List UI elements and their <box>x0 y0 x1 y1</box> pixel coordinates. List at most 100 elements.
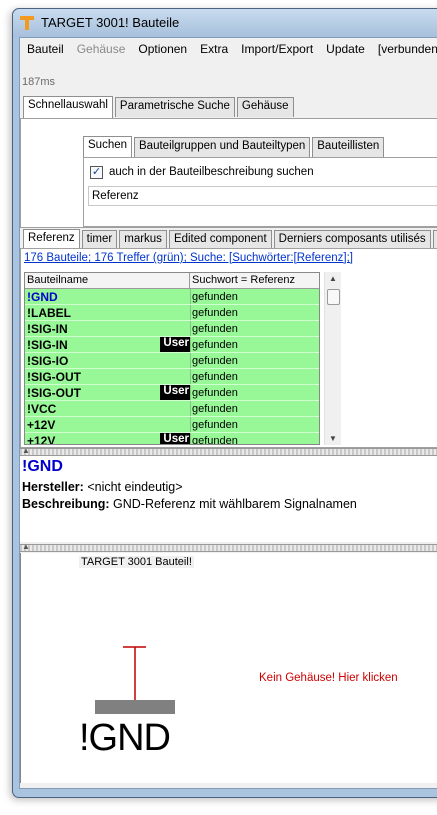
title-bar[interactable]: TARGET 3001! Bauteile <box>13 9 437 37</box>
menu-extra[interactable]: Extra <box>193 38 234 56</box>
results-scrollbar[interactable]: ▲ ▼ <box>324 272 341 445</box>
search-tab-strip: Suchen Bauteilgruppen und Bauteiltypen Bau… <box>83 135 386 158</box>
tab-suchen[interactable]: Suchen <box>83 136 133 158</box>
splitter-arrow-icon: ▲ <box>22 446 30 455</box>
table-row[interactable]: !SIG-IN User gefunden <box>25 337 319 353</box>
column-divider <box>190 417 191 432</box>
user-badge: User <box>160 385 190 400</box>
match-status-cell: gefunden <box>192 387 238 399</box>
match-status-cell: gefunden <box>192 435 238 445</box>
column-divider <box>190 305 191 320</box>
table-row[interactable]: !LABEL gefunden <box>25 305 319 321</box>
detail-component-name: !GND <box>22 458 63 475</box>
table-row[interactable]: !GND gefunden <box>25 289 319 305</box>
results-table: Bauteilname Suchwort = Referenz !GND gefun… <box>24 272 320 445</box>
tab-bauteilgruppen[interactable]: Bauteilgruppen und Bauteiltypen <box>134 137 311 157</box>
table-row[interactable]: +12V gefunden <box>25 417 319 433</box>
column-header-name[interactable]: Bauteilname <box>25 273 190 288</box>
tab-parametrische-suche[interactable]: Parametrische Suche <box>114 97 235 117</box>
column-divider <box>190 289 191 304</box>
user-badge: User <box>160 433 190 444</box>
menu-gehaeuse[interactable]: Gehäuse <box>70 38 132 56</box>
component-name-cell: !SIG-OUT <box>27 370 81 384</box>
match-status-cell: gefunden <box>192 323 238 335</box>
symbol-preview[interactable]: TARGET 3001 Bauteil! !GND Kein Gehäuse! … <box>20 553 437 783</box>
results-summary-link[interactable]: 176 Bauteile; 176 Treffer (grün); Suche:… <box>24 252 353 264</box>
gnd-symbol <box>95 646 175 714</box>
user-badge: User <box>160 337 190 352</box>
description-search-checkbox[interactable]: ✓ <box>90 166 103 179</box>
tab-re[interactable]: Re <box>432 230 437 250</box>
column-divider <box>190 353 191 368</box>
match-status-cell: gefunden <box>192 307 238 319</box>
manufacturer-label: Hersteller: <box>22 480 84 494</box>
component-name-cell: +12V <box>27 434 56 445</box>
app-window: TARGET 3001! Bauteile Bauteil Gehäuse Opti… <box>12 8 437 798</box>
tab-derniers-composants[interactable]: Derniers composants utilisés <box>273 230 431 250</box>
menu-optionen[interactable]: Optionen <box>131 38 193 56</box>
scroll-up-icon[interactable]: ▲ <box>329 274 337 283</box>
component-name-cell: !SIG-IN <box>27 338 68 352</box>
column-divider <box>190 401 191 416</box>
column-divider <box>190 321 191 336</box>
column-divider <box>190 385 191 400</box>
splitter-top[interactable]: ▲ <box>20 446 437 456</box>
table-body: !GND gefunden !LABEL gefunden !SIG-IN gefunde… <box>25 289 319 445</box>
main-tab-strip: Schnellauswahl Parametrische Suche Gehäuse <box>23 95 296 118</box>
table-row[interactable]: !SIG-OUT gefunden <box>25 369 319 385</box>
tab-gehaeuse[interactable]: Gehäuse <box>236 97 294 117</box>
match-status-cell: gefunden <box>192 419 238 431</box>
match-status-cell: gefunden <box>192 291 238 303</box>
symbol-name: !GND <box>79 717 171 759</box>
column-header-keyword[interactable]: Suchwort = Referenz <box>190 273 295 288</box>
component-name-cell: !GND <box>27 290 58 304</box>
column-divider <box>190 337 191 352</box>
scroll-down-icon[interactable]: ▼ <box>329 434 337 443</box>
component-name-cell: !SIG-IO <box>27 354 69 368</box>
menu-bar: Bauteil Gehäuse Optionen Extra Import/Export… <box>20 38 437 60</box>
timing-label: 187ms <box>22 76 56 88</box>
checkbox-label: auch in der Bauteilbeschreibung suchen <box>109 166 314 178</box>
tab-timer[interactable]: timer <box>81 230 118 250</box>
component-name-cell: !LABEL <box>27 306 71 320</box>
column-divider <box>190 433 191 444</box>
table-row[interactable]: !VCC gefunden <box>25 401 319 417</box>
splitter-arrow-icon: ▲ <box>22 542 30 551</box>
component-name-cell: !SIG-OUT <box>27 386 81 400</box>
scroll-thumb[interactable] <box>327 289 340 305</box>
match-status-cell: gefunden <box>192 403 238 415</box>
window-title: TARGET 3001! Bauteile <box>41 15 180 30</box>
table-row[interactable]: +12V User gefunden <box>25 433 319 445</box>
table-row[interactable]: !SIG-IN gefunden <box>25 321 319 337</box>
menu-bauteil[interactable]: Bauteil <box>20 38 70 56</box>
menu-import-export[interactable]: Import/Export <box>234 38 319 56</box>
splitter-bottom[interactable]: ▲ <box>20 542 437 552</box>
component-name-cell: !SIG-IN <box>27 322 68 336</box>
search-input[interactable]: Referenz <box>88 186 437 206</box>
table-header: Bauteilname Suchwort = Referenz <box>25 273 319 289</box>
preview-title: TARGET 3001 Bauteil! <box>79 556 194 568</box>
description-label: Beschreibung: <box>22 497 110 511</box>
tab-markus[interactable]: markus <box>119 230 167 250</box>
result-tab-strip: Referenz timer markus Edited component Derni… <box>23 228 437 251</box>
tab-bauteillisten[interactable]: Bauteillisten <box>312 137 385 157</box>
match-status-cell: gefunden <box>192 339 238 351</box>
description-value: GND-Referenz mit wählbarem Signalnamen <box>113 497 357 511</box>
menu-update[interactable]: Update <box>319 38 371 56</box>
table-row[interactable]: !SIG-IO gefunden <box>25 353 319 369</box>
client-area: Bauteil Gehäuse Optionen Extra Import/Export… <box>19 37 437 789</box>
table-row[interactable]: !SIG-OUT User gefunden <box>25 385 319 401</box>
component-details: !GND Hersteller: <nicht eindeutig> Besch… <box>20 456 437 542</box>
no-package-link[interactable]: Kein Gehäuse! Hier klicken <box>259 672 398 684</box>
symbol-ground-bar <box>95 700 175 714</box>
tab-edited-component[interactable]: Edited component <box>168 230 272 250</box>
target-t-icon <box>20 16 34 30</box>
match-status-cell: gefunden <box>192 371 238 383</box>
column-divider <box>190 369 191 384</box>
search-box: ✓ auch in der Bauteilbeschreibung suchen… <box>83 157 437 227</box>
manufacturer-value: <nicht eindeutig> <box>87 480 183 494</box>
results-panel: 176 Bauteile; 176 Treffer (grün); Suche:… <box>20 248 437 448</box>
component-name-cell: !VCC <box>27 402 57 416</box>
tab-schnellauswahl[interactable]: Schnellauswahl <box>23 96 113 118</box>
menu-verbunden[interactable]: [verbunden <box>371 38 437 56</box>
